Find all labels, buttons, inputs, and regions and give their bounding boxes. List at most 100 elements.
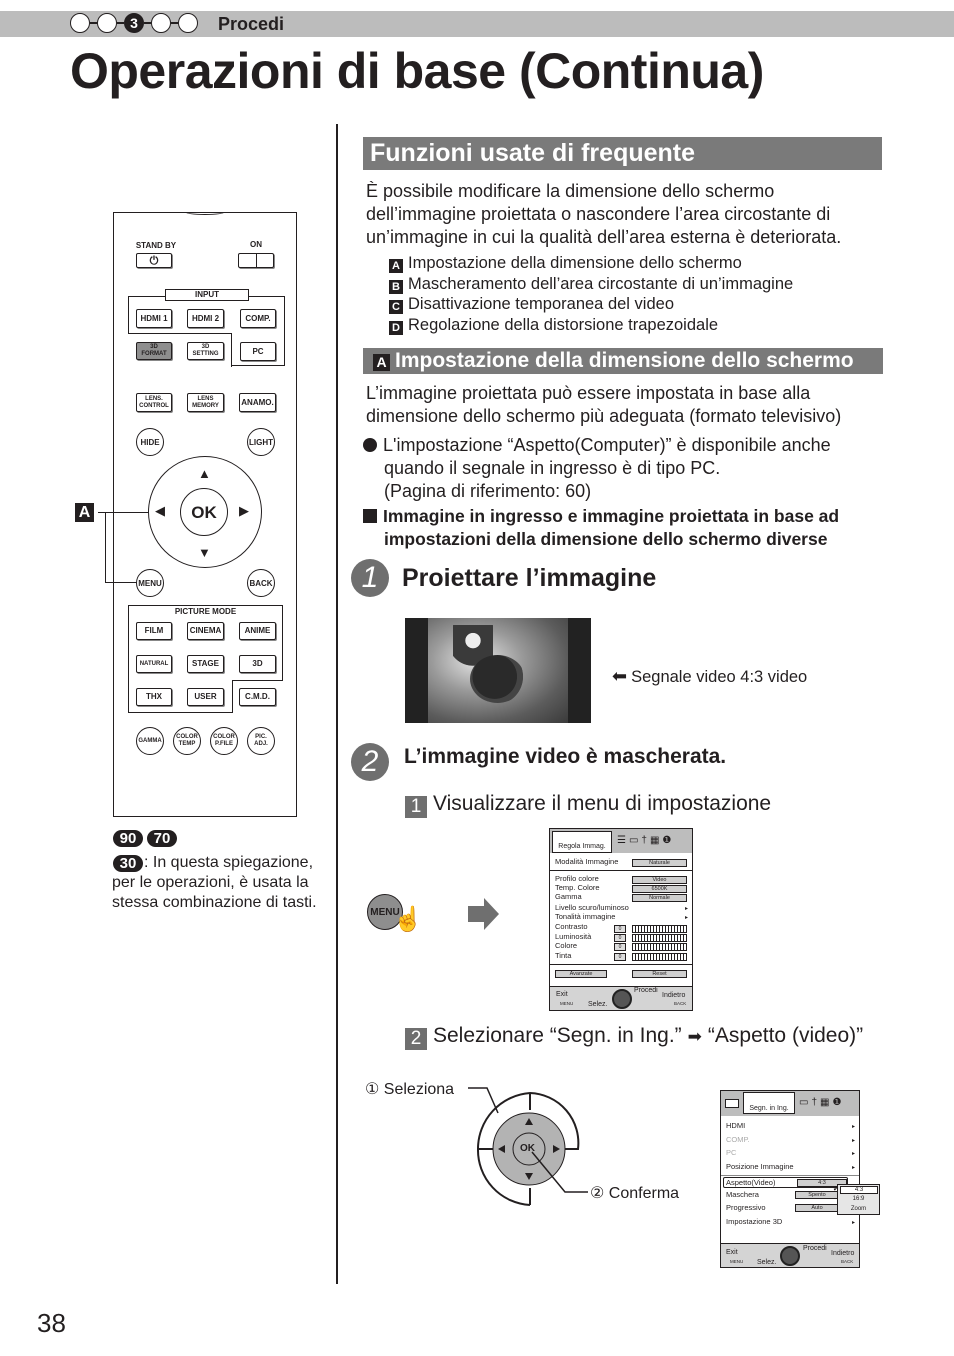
menu-row-selected[interactable]: Aspetto(Video) bbox=[726, 1178, 775, 1187]
user-button[interactable]: USER bbox=[187, 688, 224, 706]
tab-input-signal[interactable]: Segn. in Ing. bbox=[743, 1092, 795, 1114]
settings-menu-input-signal: Segn. in Ing. ▭†▦❶ HDMI ▸ COMP. ▸ PC ▸ P… bbox=[720, 1090, 860, 1268]
picture-mode-title: PICTURE MODE bbox=[174, 607, 237, 616]
thx-button[interactable]: THX bbox=[136, 688, 172, 706]
advanced-button[interactable]: Avanzate bbox=[555, 970, 607, 978]
menu-tab-icons[interactable]: ☰▭†▦❶ bbox=[617, 835, 674, 846]
menu-row[interactable]: Colore bbox=[555, 941, 577, 950]
menu-row[interactable]: Gamma bbox=[555, 892, 582, 901]
menu-footer: Exit MENU Selez. Procedi Indietro BACK bbox=[550, 986, 692, 1010]
menu-row[interactable]: Contrasto bbox=[555, 922, 588, 931]
submenu-arrow-icon: ▸ bbox=[851, 1138, 855, 1144]
menu-value: 0 bbox=[614, 953, 626, 961]
step-dot bbox=[151, 13, 171, 33]
gamma-button[interactable]: GAMMA bbox=[136, 727, 164, 755]
menu-row[interactable]: Tinta bbox=[555, 951, 571, 960]
model-badge: 90 bbox=[113, 830, 143, 847]
remote-ir-window bbox=[185, 209, 225, 215]
substep-number: 1 bbox=[405, 796, 427, 818]
tint-slider[interactable] bbox=[632, 953, 687, 961]
color-slider[interactable] bbox=[632, 943, 687, 951]
cinema-button[interactable]: CINEMA bbox=[187, 622, 224, 640]
right-arrow-icon[interactable]: ▶ bbox=[239, 503, 249, 519]
comp-button[interactable]: COMP. bbox=[240, 309, 276, 328]
feature-item[interactable]: B Mascheramento dell’area circostante di … bbox=[389, 274, 793, 295]
picture-tab-icon[interactable] bbox=[725, 1099, 739, 1108]
reset-button[interactable]: Reset bbox=[632, 970, 687, 978]
menu-row-disabled: PC bbox=[726, 1148, 737, 1157]
feature-item[interactable]: A Impostazione della dimensione dello sch… bbox=[389, 253, 793, 274]
feature-item[interactable]: C Disattivazione temporanea del video bbox=[389, 294, 793, 315]
3d-setting-button[interactable]: 3D SETTING bbox=[187, 342, 224, 360]
contrast-slider[interactable] bbox=[632, 925, 687, 933]
anime-button[interactable]: ANIME bbox=[239, 622, 276, 640]
standby-button[interactable]: ⏻ bbox=[136, 253, 172, 268]
arrow-left-icon: ⬅ bbox=[612, 666, 628, 686]
light-button[interactable]: LIGHT bbox=[247, 428, 275, 456]
menu-row-disabled: COMP. bbox=[726, 1135, 750, 1144]
menu-row[interactable]: Profilo colore bbox=[555, 874, 599, 883]
color-temp-button[interactable]: COLOR TEMP bbox=[173, 727, 201, 755]
dropdown-option[interactable]: 16:9 bbox=[838, 1196, 879, 1202]
ok-button[interactable]: OK bbox=[180, 488, 228, 536]
confirm-leader-line bbox=[531, 1151, 588, 1193]
natural-button[interactable]: NATURAL bbox=[136, 655, 172, 673]
color-pfile-button[interactable]: COLOR P.FILE bbox=[210, 727, 238, 755]
submenu-arrow-icon: ▸ bbox=[851, 1220, 855, 1226]
menu-row[interactable]: Tonalità immagine bbox=[555, 912, 615, 921]
hand-pointer-icon: ☝ bbox=[393, 906, 423, 933]
menu-row[interactable]: Progressivo bbox=[726, 1203, 766, 1212]
menu-row[interactable]: Posizione Immagine bbox=[726, 1162, 794, 1171]
menu-value: 0 bbox=[614, 934, 626, 942]
on-button[interactable] bbox=[238, 253, 274, 268]
pc-button[interactable]: PC bbox=[240, 342, 276, 361]
menu-value[interactable]: Normale bbox=[632, 894, 687, 902]
3d-mode-button[interactable]: 3D bbox=[239, 655, 276, 673]
back-button[interactable]: BACK bbox=[247, 569, 275, 597]
menu-value: 0 bbox=[614, 943, 626, 951]
page-number: 38 bbox=[37, 1308, 66, 1338]
submenu-arrow-icon: ▸ bbox=[684, 906, 688, 912]
menu-value[interactable]: Video bbox=[632, 876, 687, 884]
menu-value[interactable]: 6500K bbox=[632, 885, 687, 893]
menu-value[interactable]: Auto bbox=[795, 1204, 839, 1212]
aspect-dropdown[interactable]: 4:3 ✔ 16:9 Zoom bbox=[833, 1184, 880, 1215]
menu-footer: Exit MENU Selez. Procedi Indietro BACK bbox=[721, 1243, 859, 1267]
submenu-arrow-icon: ▸ bbox=[684, 915, 688, 921]
menu-row[interactable]: Impostazione 3D bbox=[726, 1217, 782, 1226]
dropdown-option-selected[interactable]: 4:3 bbox=[840, 1186, 878, 1194]
film-button[interactable]: FILM bbox=[136, 622, 172, 640]
dropdown-option[interactable]: Zoom bbox=[838, 1206, 879, 1212]
left-arrow-icon[interactable]: ◀ bbox=[155, 503, 165, 519]
input-group-title: INPUT bbox=[165, 289, 249, 301]
hdmi2-button[interactable]: HDMI 2 bbox=[187, 309, 224, 328]
menu-row[interactable]: Luminosità bbox=[555, 932, 591, 941]
menu-row[interactable]: HDMI bbox=[726, 1121, 745, 1130]
menu-row[interactable]: Temp. Colore bbox=[555, 883, 600, 892]
instruction-2: 2 Selezionare “Segn. in Ing.” ➡ “Aspetto (v… bbox=[405, 1024, 863, 1050]
down-arrow-icon[interactable]: ▼ bbox=[198, 545, 211, 560]
menu-button[interactable]: MENU bbox=[136, 569, 164, 597]
pic-adj-button[interactable]: PIC. ADJ. bbox=[247, 727, 275, 755]
cmd-button[interactable]: C.M.D. bbox=[239, 688, 276, 706]
stage-button[interactable]: STAGE bbox=[187, 655, 224, 673]
menu-row[interactable]: Modalità Immagine bbox=[555, 857, 618, 866]
step-dot-active: 3 bbox=[124, 13, 144, 33]
on-label: ON bbox=[250, 240, 262, 249]
tab-picture-adjust[interactable]: Regola Immag. bbox=[552, 831, 612, 853]
menu-row[interactable]: Livello scuro/luminoso bbox=[555, 903, 629, 912]
brightness-slider[interactable] bbox=[632, 934, 687, 942]
hide-button[interactable]: HIDE bbox=[136, 428, 164, 456]
lens-memory-button[interactable]: LENS MEMORY bbox=[187, 393, 224, 412]
feature-item[interactable]: D Regolazione della distorsione trapezoid… bbox=[389, 315, 793, 336]
step-1-title: Proiettare l’immagine bbox=[402, 564, 657, 592]
hdmi1-button[interactable]: HDMI 1 bbox=[136, 309, 172, 328]
menu-value[interactable]: Naturale bbox=[632, 859, 687, 867]
3d-format-button[interactable]: 3D FORMAT bbox=[136, 342, 172, 360]
up-arrow-icon[interactable]: ▲ bbox=[198, 466, 211, 481]
anamo-button[interactable]: ANAMO. bbox=[239, 393, 276, 412]
menu-row[interactable]: Maschera bbox=[726, 1190, 759, 1199]
lens-control-button[interactable]: LENS. CONTROL bbox=[136, 393, 172, 412]
breadcrumb: Procedi bbox=[218, 14, 285, 34]
menu-tab-icons[interactable]: ▭†▦❶ bbox=[799, 1097, 844, 1108]
